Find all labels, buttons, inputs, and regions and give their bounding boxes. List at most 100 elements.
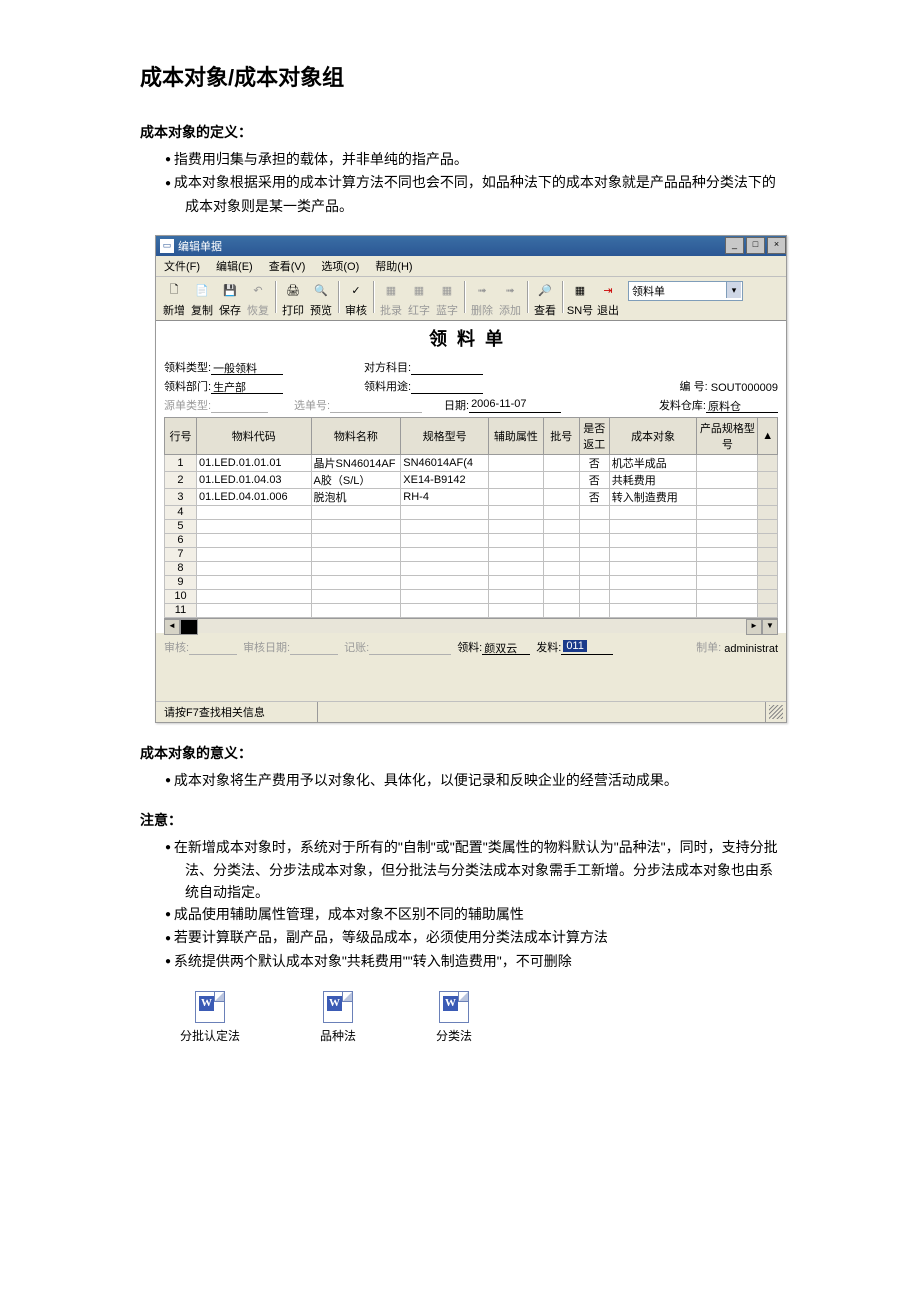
table-row[interactable]: 11 [165, 603, 778, 617]
table-cell[interactable]: 10 [165, 589, 197, 603]
tool-blue[interactable]: ▦蓝字 [433, 281, 461, 318]
column-header[interactable]: 是否返工 [579, 417, 609, 454]
tool-delete[interactable]: ➟删除 [468, 281, 496, 318]
column-header[interactable]: 物料名称 [311, 417, 401, 454]
maximize-button[interactable]: □ [746, 237, 765, 254]
table-cell[interactable] [543, 519, 579, 533]
table-cell[interactable] [697, 561, 758, 575]
table-row[interactable]: 7 [165, 547, 778, 561]
titlebar[interactable]: ▭ 编辑单据 _ □ × [156, 236, 786, 256]
table-cell[interactable] [488, 471, 543, 488]
table-cell[interactable] [543, 589, 579, 603]
table-cell[interactable] [488, 603, 543, 617]
src-value[interactable] [211, 398, 268, 413]
table-cell[interactable] [697, 505, 758, 519]
table-row[interactable]: 9 [165, 575, 778, 589]
menu-help[interactable]: 帮助(H) [367, 258, 420, 274]
table-cell[interactable] [697, 471, 758, 488]
table-cell[interactable] [196, 561, 311, 575]
table-cell[interactable] [697, 533, 758, 547]
table-cell[interactable] [579, 603, 609, 617]
table-cell[interactable] [609, 575, 697, 589]
table-cell[interactable] [488, 589, 543, 603]
table-cell[interactable] [401, 561, 489, 575]
tool-add[interactable]: ➟添加 [496, 281, 524, 318]
column-header[interactable]: 成本对象 [609, 417, 697, 454]
table-cell[interactable] [579, 575, 609, 589]
table-cell[interactable]: 脱泡机 [311, 488, 401, 505]
table-cell[interactable] [609, 547, 697, 561]
tool-undo[interactable]: ↶恢复 [244, 281, 272, 318]
table-cell[interactable]: 否 [579, 471, 609, 488]
word-doc-item[interactable]: 分类法 [436, 991, 472, 1044]
table-cell[interactable] [488, 519, 543, 533]
table-cell[interactable] [311, 575, 401, 589]
table-cell[interactable] [488, 454, 543, 471]
table-cell[interactable] [543, 471, 579, 488]
table-cell[interactable] [543, 547, 579, 561]
table-cell[interactable] [401, 519, 489, 533]
table-cell[interactable] [311, 533, 401, 547]
table-cell[interactable] [488, 575, 543, 589]
table-cell[interactable] [579, 547, 609, 561]
table-cell[interactable] [697, 603, 758, 617]
table-cell[interactable] [401, 589, 489, 603]
table-cell[interactable] [196, 575, 311, 589]
table-cell[interactable] [543, 533, 579, 547]
table-cell[interactable]: 1 [165, 454, 197, 471]
table-cell[interactable] [758, 471, 778, 488]
table-cell[interactable]: 转入制造费用 [609, 488, 697, 505]
table-cell[interactable] [609, 533, 697, 547]
tool-view[interactable]: 🔎查看 [531, 281, 559, 318]
table-cell[interactable]: 否 [579, 488, 609, 505]
date-value[interactable]: 2006-11-07 [469, 398, 561, 413]
table-cell[interactable] [311, 561, 401, 575]
table-cell[interactable] [609, 505, 697, 519]
table-cell[interactable]: 4 [165, 505, 197, 519]
table-cell[interactable] [401, 547, 489, 561]
table-cell[interactable] [697, 454, 758, 471]
table-cell[interactable]: 01.LED.01.04.03 [196, 471, 311, 488]
table-cell[interactable] [543, 575, 579, 589]
table-cell[interactable] [758, 589, 778, 603]
table-cell[interactable] [311, 589, 401, 603]
purpose-value[interactable] [411, 379, 483, 394]
table-cell[interactable]: 否 [579, 454, 609, 471]
tool-batch[interactable]: ▦批录 [377, 281, 405, 318]
table-cell[interactable]: 5 [165, 519, 197, 533]
type-value[interactable]: 一般领料 [211, 360, 283, 375]
table-cell[interactable] [196, 603, 311, 617]
table-cell[interactable] [758, 575, 778, 589]
table-cell[interactable] [543, 454, 579, 471]
table-cell[interactable] [609, 589, 697, 603]
table-cell[interactable] [543, 488, 579, 505]
menu-view[interactable]: 查看(V) [261, 258, 314, 274]
table-cell[interactable] [543, 603, 579, 617]
table-cell[interactable]: 11 [165, 603, 197, 617]
column-header[interactable]: 规格型号 [401, 417, 489, 454]
table-cell[interactable] [758, 519, 778, 533]
scroll-up-icon[interactable]: ▲ [758, 417, 778, 454]
table-cell[interactable] [697, 519, 758, 533]
close-button[interactable]: × [767, 237, 786, 254]
tool-audit[interactable]: ✓审核 [342, 281, 370, 318]
table-cell[interactable]: 7 [165, 547, 197, 561]
tool-copy[interactable]: 📄复制 [188, 281, 216, 318]
table-cell[interactable] [758, 561, 778, 575]
recv-value[interactable]: 颜双云 [482, 640, 530, 655]
table-cell[interactable] [543, 561, 579, 575]
issue-value[interactable]: 011 [561, 640, 613, 655]
table-cell[interactable]: SN46014AF(4 [401, 454, 489, 471]
tool-sn[interactable]: ▦SN号 [566, 281, 594, 318]
table-cell[interactable] [311, 505, 401, 519]
table-cell[interactable]: 8 [165, 561, 197, 575]
table-cell[interactable] [401, 533, 489, 547]
table-cell[interactable] [543, 505, 579, 519]
table-cell[interactable] [311, 603, 401, 617]
table-cell[interactable] [401, 575, 489, 589]
table-cell[interactable]: 机芯半成品 [609, 454, 697, 471]
column-header[interactable]: 行号 [165, 417, 197, 454]
table-cell[interactable] [758, 547, 778, 561]
tool-red[interactable]: ▦红字 [405, 281, 433, 318]
table-row[interactable]: 8 [165, 561, 778, 575]
